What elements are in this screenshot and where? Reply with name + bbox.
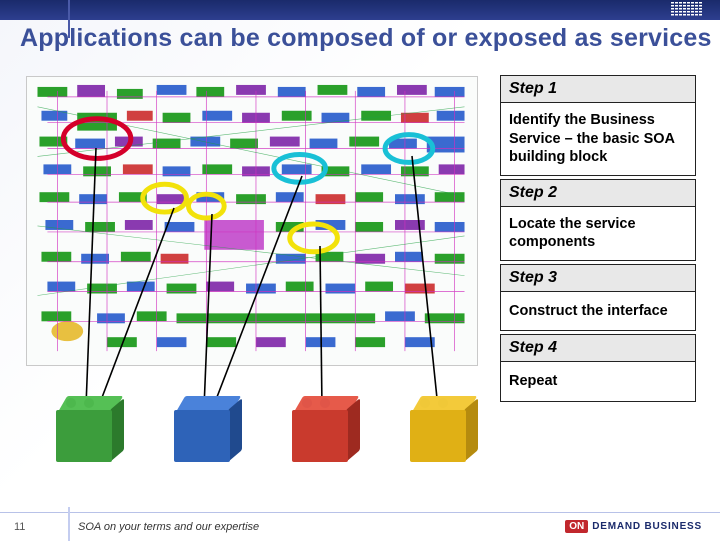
brand-on-badge: ON [565,520,588,533]
slide-title: Applications can be composed of or expos… [20,24,712,53]
on-demand-business-logo: ON DEMAND BUSINESS [565,520,702,533]
step-4-body: Repeat [500,362,696,402]
ibm-logo-icon [671,2,702,16]
step-1-head: Step 1 [500,75,696,103]
step-2-body: Locate the service components [500,207,696,261]
page-number: 11 [14,521,25,533]
footer-bar: 11 SOA on your terms and our expertise O… [0,512,720,540]
header-bar [0,0,720,20]
step-3-body: Construct the interface [500,292,696,332]
brand-text: DEMAND BUSINESS [592,521,702,532]
block-green [56,396,122,462]
step-1-body: Identify the Business Service – the basi… [500,103,696,176]
block-red [292,396,358,462]
building-blocks-row [56,396,476,462]
block-yellow [410,396,476,462]
architecture-diagram [26,76,478,366]
step-3-head: Step 3 [500,264,696,292]
step-4-head: Step 4 [500,334,696,362]
diagram-svg [27,77,477,365]
slide-body: Step 1 Identify the Business Service – t… [20,66,700,490]
step-2-head: Step 2 [500,179,696,207]
footer-tagline: SOA on your terms and our expertise [78,521,259,533]
steps-panel: Step 1 Identify the Business Service – t… [500,72,696,402]
block-blue [174,396,240,462]
footer-rule [68,507,70,541]
